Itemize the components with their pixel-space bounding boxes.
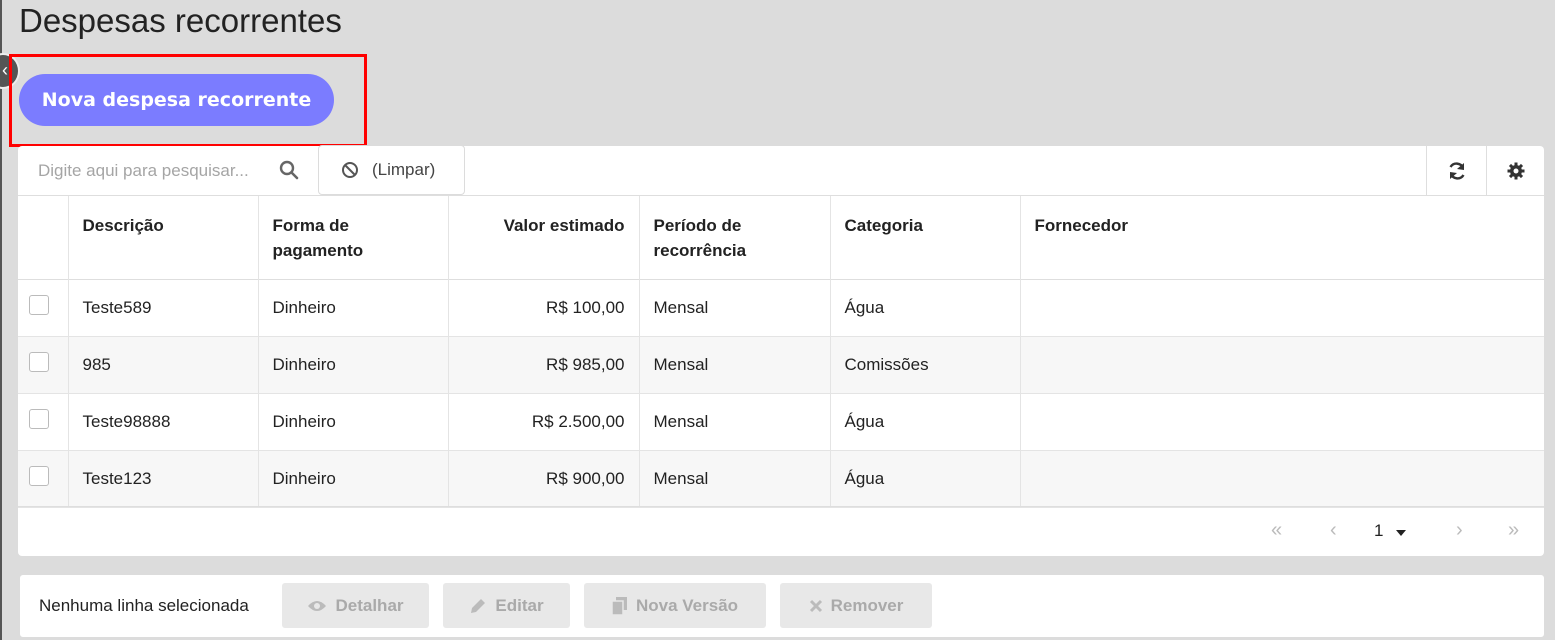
clear-search-button[interactable]: (Limpar) <box>318 145 465 195</box>
table-header-row: Descrição Forma de pagamento Valor estim… <box>18 196 1544 279</box>
cell-fornecedor <box>1020 393 1544 450</box>
table-row[interactable]: 985 Dinheiro R$ 985,00 Mensal Comissões <box>18 336 1544 393</box>
search-icon[interactable] <box>279 160 299 180</box>
selection-status: Nenhuma linha selecionada <box>39 596 249 615</box>
refresh-button[interactable] <box>1426 146 1486 196</box>
cell-valor-estimado: R$ 2.500,00 <box>448 393 640 450</box>
close-icon <box>809 599 822 612</box>
column-header-fornecedor[interactable]: Fornecedor <box>1020 196 1544 279</box>
cell-periodo: Mensal <box>639 336 831 393</box>
table-row[interactable]: Teste123 Dinheiro R$ 900,00 Mensal Água <box>18 450 1544 507</box>
column-header-periodo-recorrencia[interactable]: Período de recorrência <box>639 196 831 279</box>
table-row[interactable]: Teste98888 Dinheiro R$ 2.500,00 Mensal Á… <box>18 393 1544 450</box>
cell-forma-pagamento: Dinheiro <box>258 336 449 393</box>
first-page-icon[interactable]: « <box>1271 519 1282 542</box>
table-row[interactable]: Teste589 Dinheiro R$ 100,00 Mensal Água <box>18 279 1544 336</box>
cell-descricao: Teste98888 <box>68 393 259 450</box>
cell-categoria: Água <box>830 450 1021 507</box>
pagination: « ‹ 1 › » <box>18 506 1544 556</box>
cell-valor-estimado: R$ 985,00 <box>448 336 640 393</box>
table-toolbar: (Limpar) <box>18 145 1544 196</box>
detalhar-label: Detalhar <box>335 595 404 615</box>
page-title: Despesas recorrentes <box>19 2 342 39</box>
column-header-categoria[interactable]: Categoria <box>830 196 1021 279</box>
copy-icon <box>611 596 627 615</box>
expenses-table-panel: (Limpar) Descrição Forma de pagamento Va… <box>18 145 1544 556</box>
cell-descricao: Teste589 <box>68 279 259 336</box>
nova-versao-button[interactable]: Nova Versão <box>584 583 766 628</box>
editar-button[interactable]: Editar <box>443 583 570 628</box>
refresh-icon <box>1448 162 1465 180</box>
editar-label: Editar <box>495 595 544 615</box>
cell-forma-pagamento: Dinheiro <box>258 450 449 507</box>
column-header-valor-estimado[interactable]: Valor estimado <box>448 196 640 279</box>
cell-fornecedor <box>1020 450 1544 507</box>
current-page-selector[interactable]: 1 <box>1374 521 1383 541</box>
cell-fornecedor <box>1020 336 1544 393</box>
nova-versao-label: Nova Versão <box>635 595 739 615</box>
cell-forma-pagamento: Dinheiro <box>258 393 449 450</box>
column-header-forma-pagamento[interactable]: Forma de pagamento <box>258 196 449 279</box>
cell-periodo: Mensal <box>639 279 831 336</box>
new-recurring-expense-button[interactable]: Nova despesa recorrente <box>19 74 334 126</box>
row-checkbox[interactable] <box>29 351 49 372</box>
header-select-cell <box>18 196 69 279</box>
cell-valor-estimado: R$ 900,00 <box>448 450 640 507</box>
cell-categoria: Água <box>830 393 1021 450</box>
cell-categoria: Água <box>830 279 1021 336</box>
gear-icon <box>1507 162 1524 180</box>
eye-icon <box>308 600 327 611</box>
cell-descricao: Teste123 <box>68 450 259 507</box>
cell-fornecedor <box>1020 279 1544 336</box>
cell-periodo: Mensal <box>639 393 831 450</box>
cell-descricao: 985 <box>68 336 259 393</box>
chevron-left-icon: ‹ <box>2 60 8 80</box>
remover-button[interactable]: Remover <box>780 583 932 628</box>
row-checkbox[interactable] <box>29 408 49 429</box>
column-header-descricao[interactable]: Descrição <box>68 196 259 279</box>
cell-categoria: Comissões <box>830 336 1021 393</box>
settings-button[interactable] <box>1486 146 1544 196</box>
next-page-icon[interactable]: › <box>1456 519 1463 542</box>
row-checkbox[interactable] <box>29 465 49 486</box>
cell-valor-estimado: R$ 100,00 <box>448 279 640 336</box>
cell-periodo: Mensal <box>639 450 831 507</box>
pencil-icon <box>471 598 486 613</box>
left-edge-bar <box>0 0 2 640</box>
search-input[interactable] <box>18 146 318 196</box>
last-page-icon[interactable]: » <box>1508 519 1519 542</box>
clear-label: (Limpar) <box>372 160 436 179</box>
ban-icon <box>342 162 358 178</box>
expenses-table: Descrição Forma de pagamento Valor estim… <box>18 196 1544 508</box>
caret-down-icon[interactable] <box>1396 524 1406 542</box>
previous-page-icon[interactable]: ‹ <box>1330 519 1337 542</box>
remover-label: Remover <box>830 595 904 615</box>
selection-action-bar: Nenhuma linha selecionada Detalhar Edita… <box>20 575 1544 637</box>
row-checkbox[interactable] <box>29 294 49 315</box>
cell-forma-pagamento: Dinheiro <box>258 279 449 336</box>
detalhar-button[interactable]: Detalhar <box>282 583 429 628</box>
